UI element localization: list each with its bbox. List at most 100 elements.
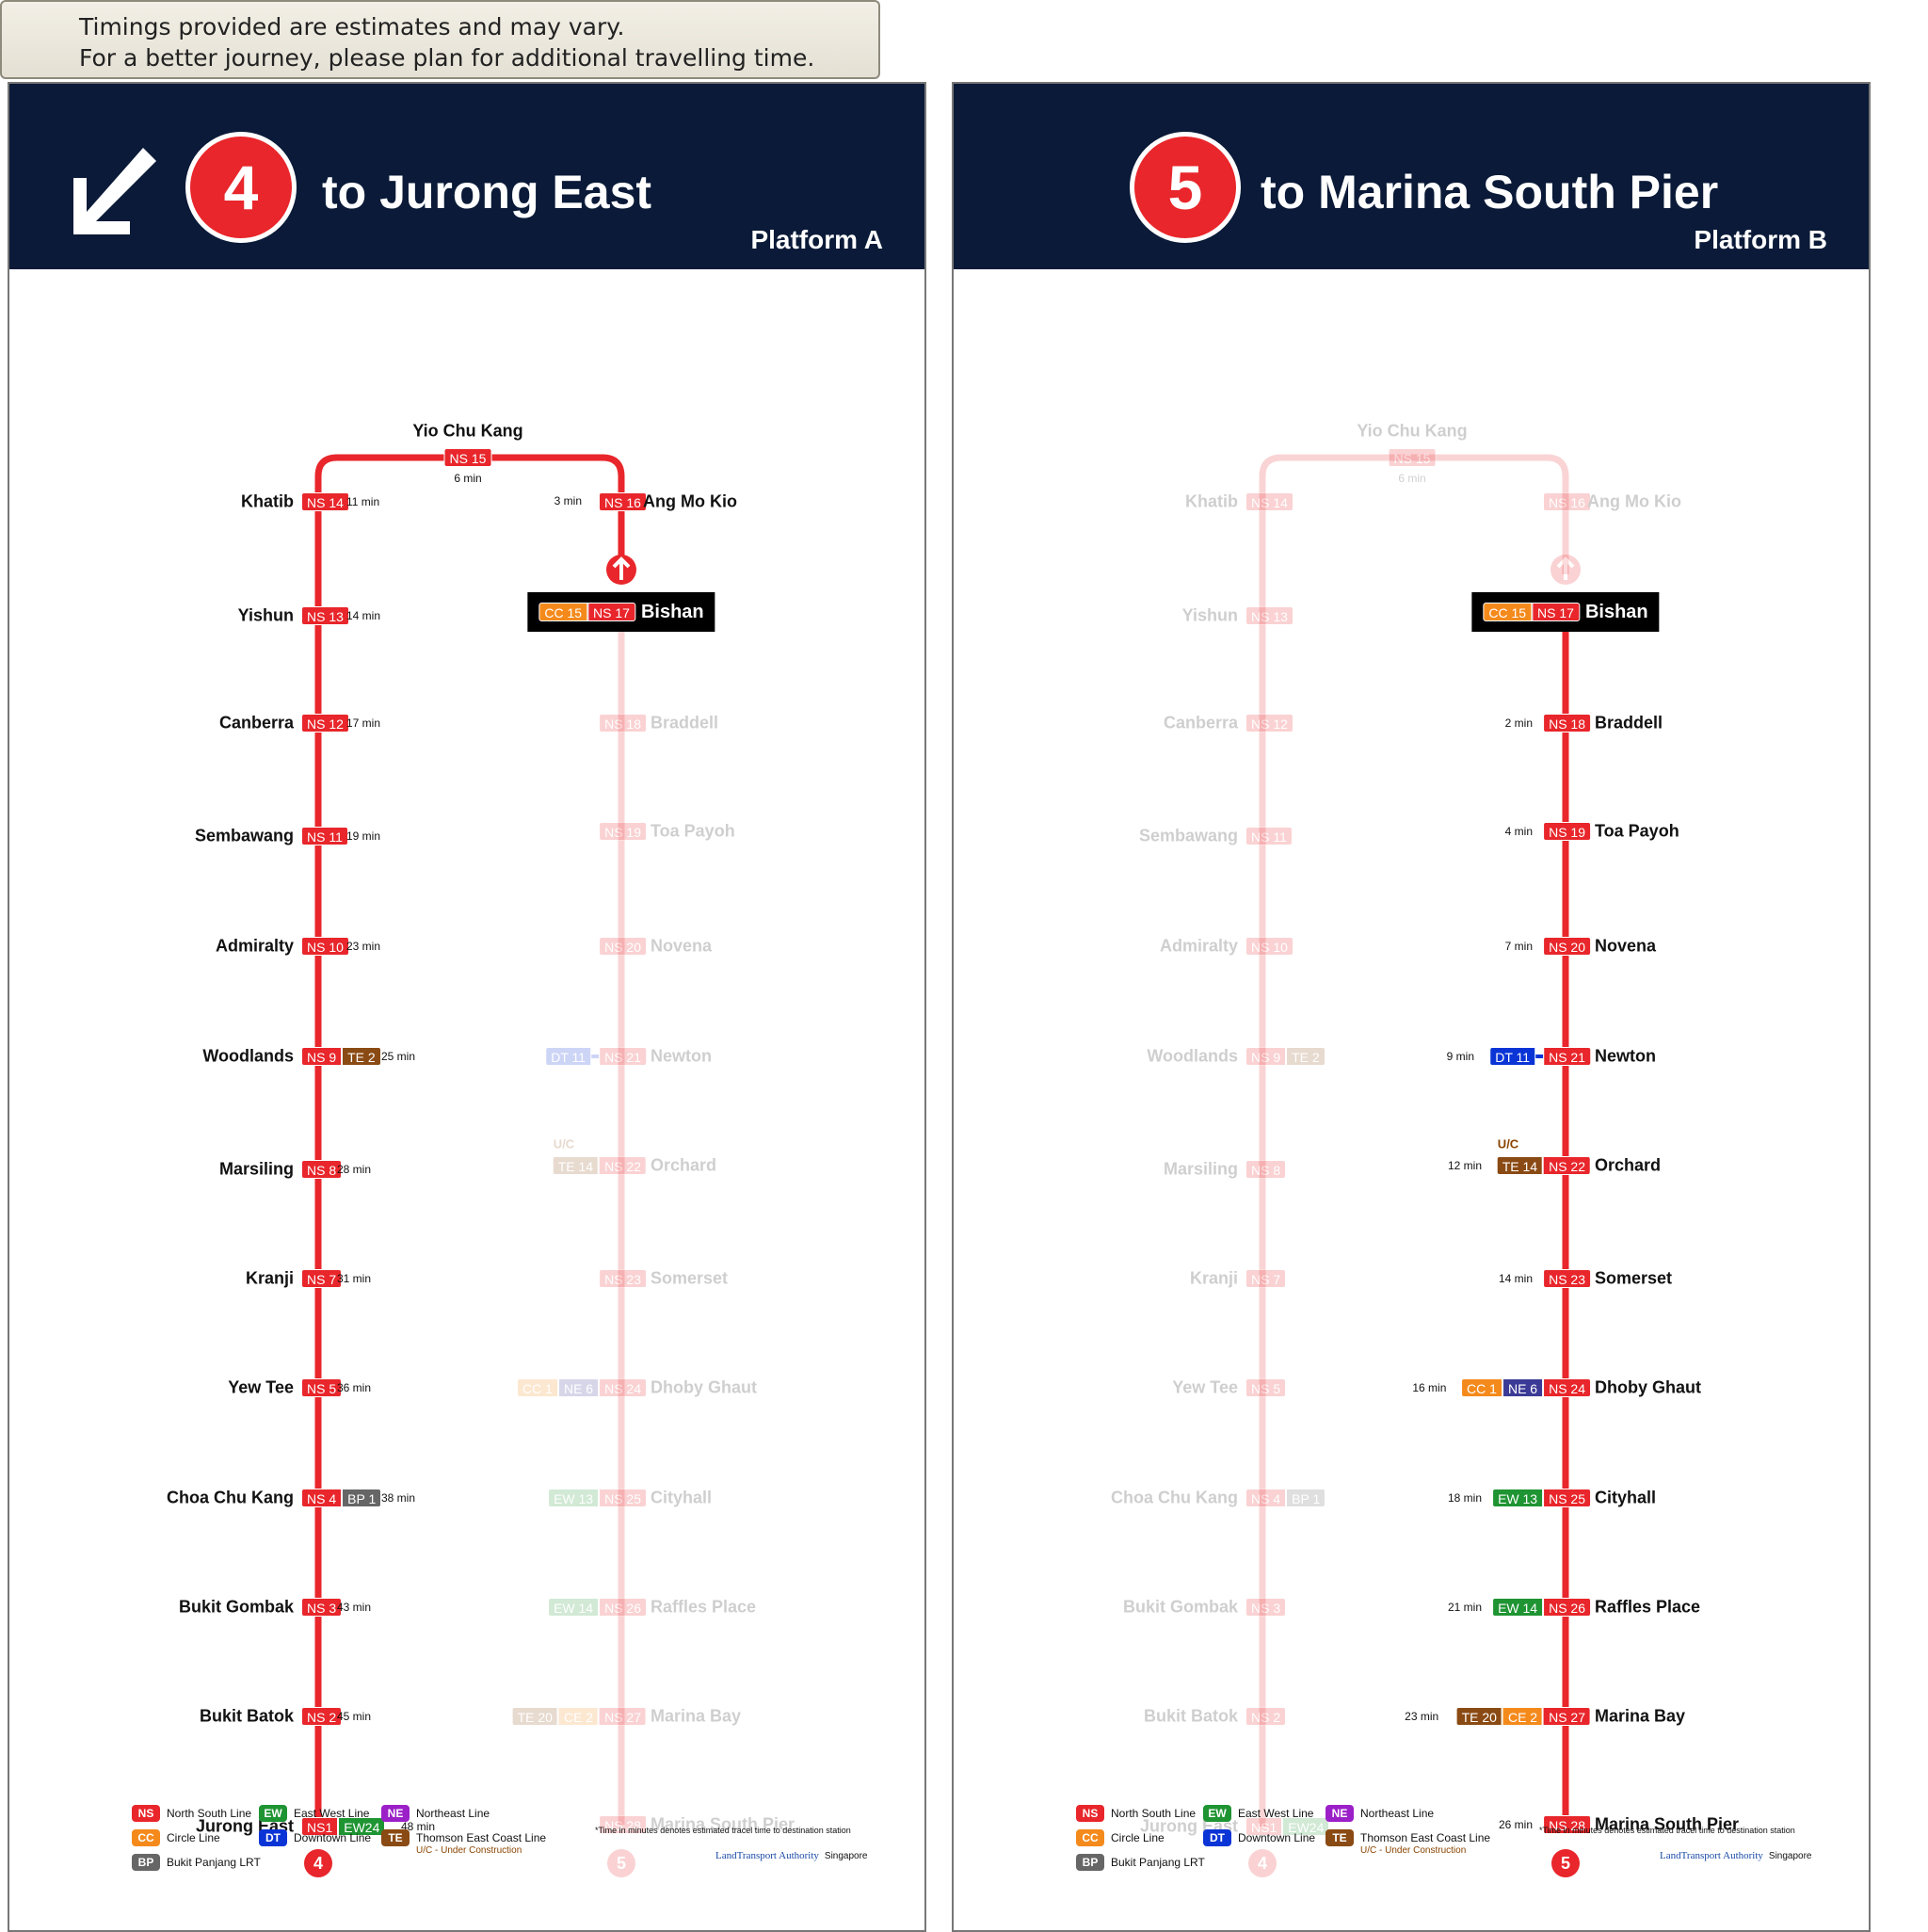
legend-time-note: *Time in minutes denotes estimated trace… [1539,1826,1795,1835]
station-code-group: NS 3 [301,1598,343,1617]
station-code-group: NS 23 [1543,1269,1591,1288]
station-code-badge: NS 15 [443,448,492,467]
station-code-group: EW 14 NS 26 [1492,1598,1591,1617]
station-code-badge: NS 12 [1245,714,1293,733]
station-code-badge: CC 1 [1461,1378,1502,1397]
station-code-group: NS 7 [1245,1269,1287,1288]
legend-chip: NE [381,1805,410,1822]
under-construction-tag: U/C [553,1136,575,1151]
station-code-badge: NS 7 [1245,1269,1287,1288]
station-code-badge: NS 13 [301,606,349,625]
station-code-badge: NS 4 [1245,1489,1287,1507]
station-code-group: NS 8 [301,1160,343,1179]
station-name: Marsiling [1163,1159,1238,1179]
station-name: Canberra [1163,713,1238,733]
travel-time: 21 min [1447,1601,1482,1614]
station-code-badge: NS 26 [1543,1598,1591,1617]
station-name: Toa Payoh [651,821,735,841]
station-name: Dhoby Ghaut [651,1377,757,1397]
station-name: Khatib [241,491,294,511]
station-name: Yio Chu Kang [1357,421,1468,441]
station-code-group: NS 4 BP 1 [1245,1489,1326,1507]
travel-time: 3 min [554,494,582,507]
legend-chip: DT [1203,1829,1231,1846]
station-code-badge: NS 24 [599,1378,647,1397]
station-code-group: DT 11 NS 21 [1489,1047,1591,1066]
up-arrow-icon [606,555,636,585]
legend-uc-note: U/C - Under Construction [416,1845,522,1856]
station-code-group: NS 14 [301,492,349,511]
station-name: Novena [651,936,713,956]
legend-label: Downtown Line [294,1831,372,1844]
travel-time: 23 min [1405,1710,1439,1723]
station-code-badge: TE 2 [342,1047,381,1066]
station-code-badge: EW 13 [1492,1489,1544,1507]
station-code-badge: CC 1 [517,1378,558,1397]
interchange-link [1535,1055,1544,1058]
station-code-badge: NS 11 [1245,827,1293,845]
station-code-group: EW 14 NS 26 [548,1598,647,1617]
legend-chip: CC [132,1829,160,1846]
station-name: Yishun [1181,605,1238,625]
station-name: Kranji [245,1268,294,1288]
travel-time: 19 min [346,829,381,843]
station-code-badge: NS 20 [599,937,647,956]
station-code-badge: NS 21 [599,1047,647,1066]
station-code-badge: NS 17 [1532,603,1580,621]
station-code-badge: NE 6 [557,1378,600,1397]
station-code-badge: NE 6 [1502,1378,1544,1397]
legend-label: Thomson East Coast Line [416,1831,547,1844]
station-code-group: NS 9 TE 2 [301,1047,381,1066]
station-name: Ang Mo Kio [1587,491,1681,511]
station-code-badge: NS 27 [599,1707,647,1726]
legend-item-bp: BP Bukit Panjang LRT [1076,1854,1205,1871]
station-code-group: NS 3 [1245,1598,1287,1617]
station-code-badge: NS 25 [1543,1489,1591,1507]
legend-item-cc: CC Circle Line [132,1829,220,1846]
station-code-badge: NS 5 [1245,1378,1287,1397]
legend-label: Circle Line [1111,1831,1165,1844]
station-code-badge: EW 13 [548,1489,600,1507]
station-name: Admiralty [1159,936,1238,956]
station-name: Khatib [1185,491,1238,511]
station-code-badge: NS 16 [599,492,647,511]
station-code-group: NS 19 [599,822,647,841]
legend-item-ew: EW East West Line [259,1805,369,1822]
station-code-badge: NS 7 [301,1269,343,1288]
station-code-group: NS 11 [301,827,348,845]
travel-time: 6 min [1398,472,1426,485]
station-code-group: NS 10 [301,937,349,956]
station-code-badge: NS 14 [301,492,349,511]
legend-item-dt: DT Downtown Line [259,1829,371,1846]
travel-time: 38 min [381,1491,416,1505]
station-name: Yew Tee [228,1377,294,1397]
station-code-badge: CC 15 [1483,603,1533,621]
travel-time: 31 min [337,1272,372,1285]
station-code-badge: NS 2 [301,1707,343,1726]
station-code-badge: NS 18 [599,714,647,733]
station-code-group: NS 2 [1245,1707,1287,1726]
legend-time-note: *Time in minutes denotes estimated trace… [595,1826,851,1835]
station-code-group: NS 4 BP 1 [301,1489,382,1507]
travel-time: 12 min [1447,1159,1482,1172]
station-code-group: NS 5 [301,1378,343,1397]
station-name: Yishun [237,605,294,625]
station-name: Orchard [1595,1155,1662,1175]
legend-item-ne: NE Northeast Line [1326,1805,1434,1822]
station-code-group: NS 20 [599,937,647,956]
legend-item-te: TE Thomson East Coast Line [381,1829,546,1846]
station-name: Sembawang [1138,826,1238,845]
station-name: Somerset [651,1268,729,1288]
station-code-badge: NS 12 [301,714,349,733]
station-code-group: TE 14 NS 22 [552,1156,647,1175]
station-code-badge: BP 1 [342,1489,382,1507]
travel-time: 18 min [1447,1491,1482,1505]
legend-item-ne: NE Northeast Line [381,1805,490,1822]
station-code-badge: EW 14 [548,1598,600,1617]
station-name: Dhoby Ghaut [1595,1377,1701,1397]
station-code-badge: EW 14 [1492,1598,1544,1617]
station-name: Bukit Batok [199,1706,294,1726]
station-code-badge: CE 2 [557,1707,600,1726]
station-code-badge: CC 15 [538,603,588,621]
route-track [1259,454,1581,1827]
